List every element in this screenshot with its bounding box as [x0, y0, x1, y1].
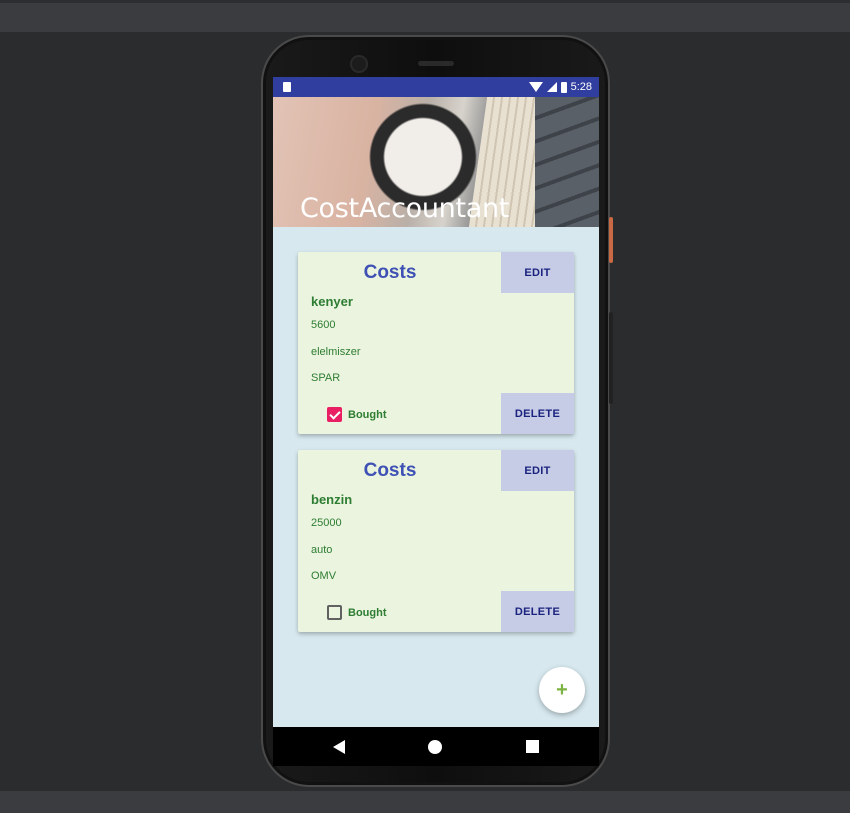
card-title: Costs: [363, 262, 417, 283]
cost-category: elelmiszer: [311, 346, 361, 358]
cost-category: auto: [311, 544, 333, 556]
back-icon[interactable]: [333, 740, 345, 754]
bought-label: Bought: [348, 606, 387, 619]
battery-icon: [560, 81, 567, 93]
cost-amount: 5600: [311, 319, 336, 331]
status-bar: 5:28: [273, 77, 599, 97]
delete-button[interactable]: DELETE: [501, 393, 574, 434]
home-icon[interactable]: [428, 740, 442, 754]
bought-checkbox-row[interactable]: Bought: [327, 605, 386, 620]
recent-apps-icon[interactable]: [526, 740, 539, 753]
cost-amount: 25000: [311, 517, 342, 529]
earpiece-speaker: [418, 61, 454, 66]
bought-checkbox[interactable]: [327, 407, 342, 422]
delete-button[interactable]: DELETE: [501, 591, 574, 632]
signal-icon: [546, 82, 557, 92]
cost-name: benzin: [311, 492, 353, 507]
bought-checkbox[interactable]: [327, 605, 342, 620]
status-icons: 5:28: [528, 80, 592, 94]
front-camera: [350, 55, 368, 73]
sd-card-icon: [283, 82, 291, 92]
volume-button[interactable]: [609, 312, 613, 404]
power-button[interactable]: [609, 217, 613, 263]
calculator-image: [535, 97, 599, 227]
status-time: 5:28: [570, 81, 592, 93]
bought-checkbox-row[interactable]: Bought: [327, 407, 386, 422]
wifi-icon: [528, 82, 543, 92]
header-banner: CostAccountant: [273, 97, 599, 227]
card-title: Costs: [363, 460, 417, 481]
emulator-footer: [0, 791, 850, 813]
plus-icon: +: [556, 678, 568, 701]
phone-screen: 5:28 CostAccountant Costs EDIT kenyer 56…: [273, 77, 599, 766]
navigation-bar: [273, 727, 599, 766]
cost-card: Costs EDIT kenyer 5600 elelmiszer SPAR B…: [298, 252, 574, 434]
emulator-toolbar: [0, 0, 850, 32]
app-title: CostAccountant: [300, 193, 510, 224]
add-cost-button[interactable]: +: [539, 667, 585, 713]
cost-name: kenyer: [311, 294, 353, 309]
cost-card: Costs EDIT benzin 25000 auto OMV Bought …: [298, 450, 574, 632]
cost-shop: OMV: [311, 570, 337, 582]
bought-label: Bought: [348, 408, 387, 421]
edit-button[interactable]: EDIT: [501, 450, 574, 491]
edit-button[interactable]: EDIT: [501, 252, 574, 293]
cost-shop: SPAR: [311, 372, 341, 384]
